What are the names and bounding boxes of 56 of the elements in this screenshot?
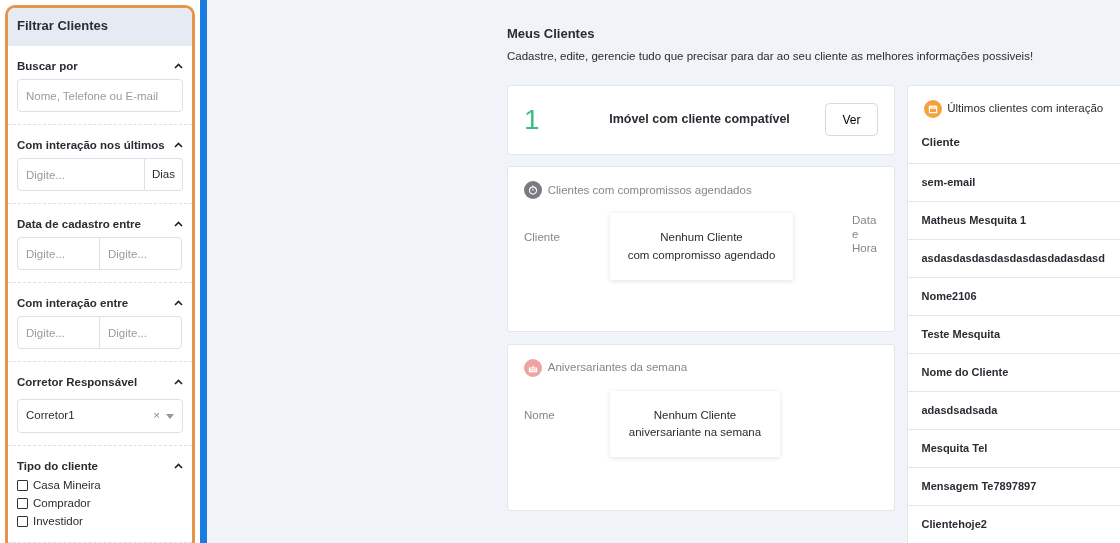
cake-icon	[524, 358, 542, 377]
sidebar-title: Filtrar Clientes	[8, 8, 192, 46]
match-count: 1	[524, 102, 541, 137]
filter-section-label: Com interação nos últimos	[17, 138, 165, 153]
match-text: Imóvel com cliente compatível	[608, 111, 791, 129]
client-row[interactable]: Mesquita Tel	[907, 429, 1120, 467]
client-row[interactable]: Nome2106	[907, 277, 1120, 315]
checkbox[interactable]	[17, 515, 28, 527]
empty-state-message: Nenhum Cliente com compromisso agendado	[610, 213, 793, 280]
search-field[interactable]: Nome, Telefone ou E-mail	[18, 80, 182, 111]
stopwatch-icon	[524, 181, 542, 200]
card-title: Aniversariantes da semana	[547, 360, 688, 376]
column-header: Cliente	[920, 134, 961, 150]
date-input-field[interactable]: Digite...	[99, 316, 182, 349]
client-row[interactable]: Matheus Mesquita 1	[907, 201, 1120, 239]
column-header: Cliente	[524, 230, 561, 246]
broker-select[interactable]: Corretor1 ×	[17, 399, 183, 433]
page-title: Meus Clientes	[507, 25, 596, 43]
clear-icon[interactable]: ×	[153, 407, 160, 425]
checkbox-label: Investidor	[33, 514, 83, 529]
chevron-up-icon[interactable]	[174, 300, 183, 306]
view-button[interactable]: Ver	[825, 103, 878, 137]
calendar-icon	[923, 99, 942, 118]
date-input-field[interactable]: Digite...	[99, 237, 182, 270]
date-input-field[interactable]: Digite...	[17, 237, 100, 270]
checkbox[interactable]	[17, 479, 28, 491]
chevron-up-icon[interactable]	[174, 463, 183, 469]
filter-section-label: Com interação entre	[17, 296, 129, 311]
card-title: Clientes com compromissos agendados	[547, 182, 752, 198]
client-row[interactable]: adasdsadsada	[907, 391, 1120, 429]
client-row[interactable]: Mensagem Te7897897	[907, 467, 1120, 505]
chevron-up-icon[interactable]	[174, 379, 183, 385]
date-input-field[interactable]: Digite...	[17, 316, 100, 349]
column-header: Nome	[524, 407, 556, 423]
client-row[interactable]: Nome do Cliente	[907, 353, 1120, 391]
checkbox[interactable]	[17, 497, 28, 509]
filter-section-label: Buscar por	[17, 59, 78, 74]
filter-section-label: Data de cadastro entre	[17, 217, 141, 232]
client-row[interactable]: Teste Mesquita	[907, 315, 1120, 353]
days-input-field[interactable]: Digite...	[17, 158, 145, 191]
checkbox-label: Casa Mineira	[33, 478, 101, 493]
days-addon: Dias	[145, 158, 183, 191]
card-title: Últimos clientes com interação	[947, 101, 1104, 117]
client-row[interactable]: asdasdasdasdasdasdasdadasdasd	[907, 239, 1120, 277]
empty-state-message: Nenhum Cliente aniversariante na semana	[610, 390, 780, 458]
client-row[interactable]: Clientehoje2	[907, 505, 1120, 543]
client-row[interactable]: sem-email	[907, 163, 1120, 201]
filter-section-label: Tipo do cliente	[17, 459, 98, 474]
chevron-up-icon[interactable]	[174, 142, 183, 148]
column-header: Data e Hora	[852, 213, 878, 256]
page-subtitle: Cadastre, edite, gerencie tudo que precisar para dar ao seu cliente as melhores informações possiveis!	[507, 48, 1035, 64]
chevron-up-icon[interactable]	[174, 221, 183, 227]
chevron-up-icon[interactable]	[174, 63, 183, 69]
checkbox-label: Comprador	[33, 496, 91, 511]
dropdown-caret-icon[interactable]	[166, 413, 174, 419]
filter-section-label: Corretor Responsável	[17, 375, 138, 390]
